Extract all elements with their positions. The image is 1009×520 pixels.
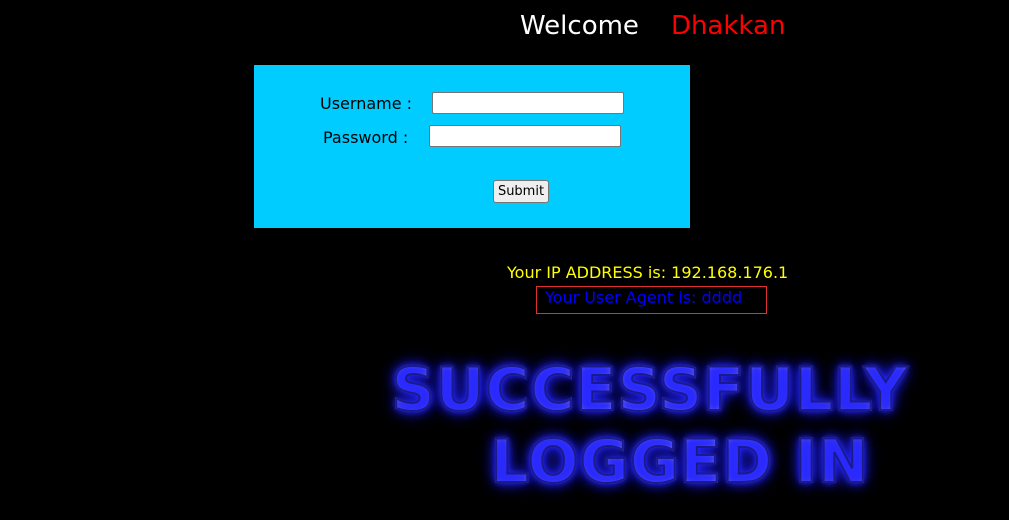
- login-form-panel: Username : Password : Submit: [254, 65, 690, 228]
- welcome-name: Dhakkan: [670, 11, 786, 41]
- username-label: Username :: [320, 94, 413, 113]
- password-label: Password :: [323, 128, 409, 147]
- success-banner-line2: LOGGED IN: [385, 424, 975, 500]
- success-banner: SUCCESSFULLY LOGGED IN: [325, 352, 975, 512]
- submit-button[interactable]: Submit: [493, 180, 549, 203]
- success-banner-line1: SUCCESSFULLY: [325, 352, 975, 428]
- username-input[interactable]: [432, 92, 624, 114]
- page: Welcome Dhakkan Username : Password : Sub…: [0, 0, 1009, 520]
- welcome-header: Welcome Dhakkan: [520, 10, 785, 42]
- user-agent-highlight-box: Your User Agent is: dddd: [536, 286, 767, 314]
- welcome-text: Welcome: [520, 11, 639, 41]
- ip-address-text: Your IP ADDRESS is: 192.168.176.1: [507, 263, 789, 282]
- user-agent-text: Your User Agent is: dddd: [545, 288, 743, 307]
- password-input[interactable]: [429, 125, 621, 147]
